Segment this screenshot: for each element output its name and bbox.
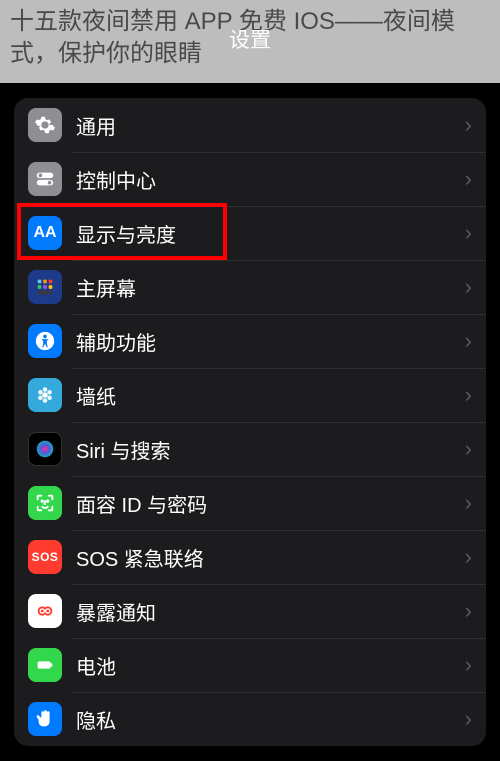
settings-row-display[interactable]: AA 显示与亮度 › <box>14 206 486 260</box>
row-label: 通用 <box>76 111 465 140</box>
settings-row-privacy[interactable]: 隐私 › <box>14 692 486 746</box>
row-label: SOS 紧急联络 <box>76 543 465 572</box>
settings-row-faceid[interactable]: 面容 ID 与密码 › <box>14 476 486 530</box>
chevron-right-icon: › <box>465 490 472 516</box>
row-label: 隐私 <box>76 705 465 734</box>
settings-row-wallpaper[interactable]: 墙纸 › <box>14 368 486 422</box>
chevron-right-icon: › <box>465 328 472 354</box>
exposure-icon <box>28 594 62 628</box>
chevron-right-icon: › <box>465 652 472 678</box>
sos-icon: SOS <box>28 540 62 574</box>
settings-row-control-center[interactable]: 控制中心 › <box>14 152 486 206</box>
chevron-right-icon: › <box>465 220 472 246</box>
row-label: 电池 <box>76 651 465 680</box>
flower-icon <box>28 378 62 412</box>
siri-icon <box>28 432 62 466</box>
chevron-right-icon: › <box>465 166 472 192</box>
gear-icon <box>28 108 62 142</box>
hand-icon <box>28 702 62 736</box>
settings-group: 通用 › 控制中心 › AA 显示与亮度 › 主屏幕 › <box>14 98 486 746</box>
aa-icon: AA <box>28 216 62 250</box>
settings-row-general[interactable]: 通用 › <box>14 98 486 152</box>
person-circle-icon <box>28 324 62 358</box>
row-label: 控制中心 <box>76 165 465 194</box>
chevron-right-icon: › <box>465 112 472 138</box>
chevron-right-icon: › <box>465 274 472 300</box>
row-label: 暴露通知 <box>76 597 465 626</box>
row-label: 墙纸 <box>76 381 465 410</box>
settings-row-sos[interactable]: SOS SOS 紧急联络 › <box>14 530 486 584</box>
chevron-right-icon: › <box>465 706 472 732</box>
settings-row-exposure[interactable]: 暴露通知 › <box>14 584 486 638</box>
toggles-icon <box>28 162 62 196</box>
settings-row-battery[interactable]: 电池 › <box>14 638 486 692</box>
chevron-right-icon: › <box>465 382 472 408</box>
row-label: 辅助功能 <box>76 327 465 356</box>
settings-row-siri[interactable]: Siri 与搜索 › <box>14 422 486 476</box>
settings-panel: 通用 › 控制中心 › AA 显示与亮度 › 主屏幕 › <box>0 78 500 746</box>
chevron-right-icon: › <box>465 544 472 570</box>
chevron-right-icon: › <box>465 598 472 624</box>
row-label: 显示与亮度 <box>76 219 465 248</box>
battery-icon <box>28 648 62 682</box>
page-title: 设置 <box>0 24 500 54</box>
row-label: 面容 ID 与密码 <box>76 489 465 518</box>
chevron-right-icon: › <box>465 436 472 462</box>
grid-icon <box>28 270 62 304</box>
row-label: Siri 与搜索 <box>76 435 465 464</box>
face-icon <box>28 486 62 520</box>
row-label: 主屏幕 <box>76 273 465 302</box>
settings-row-accessibility[interactable]: 辅助功能 › <box>14 314 486 368</box>
settings-row-home-screen[interactable]: 主屏幕 › <box>14 260 486 314</box>
